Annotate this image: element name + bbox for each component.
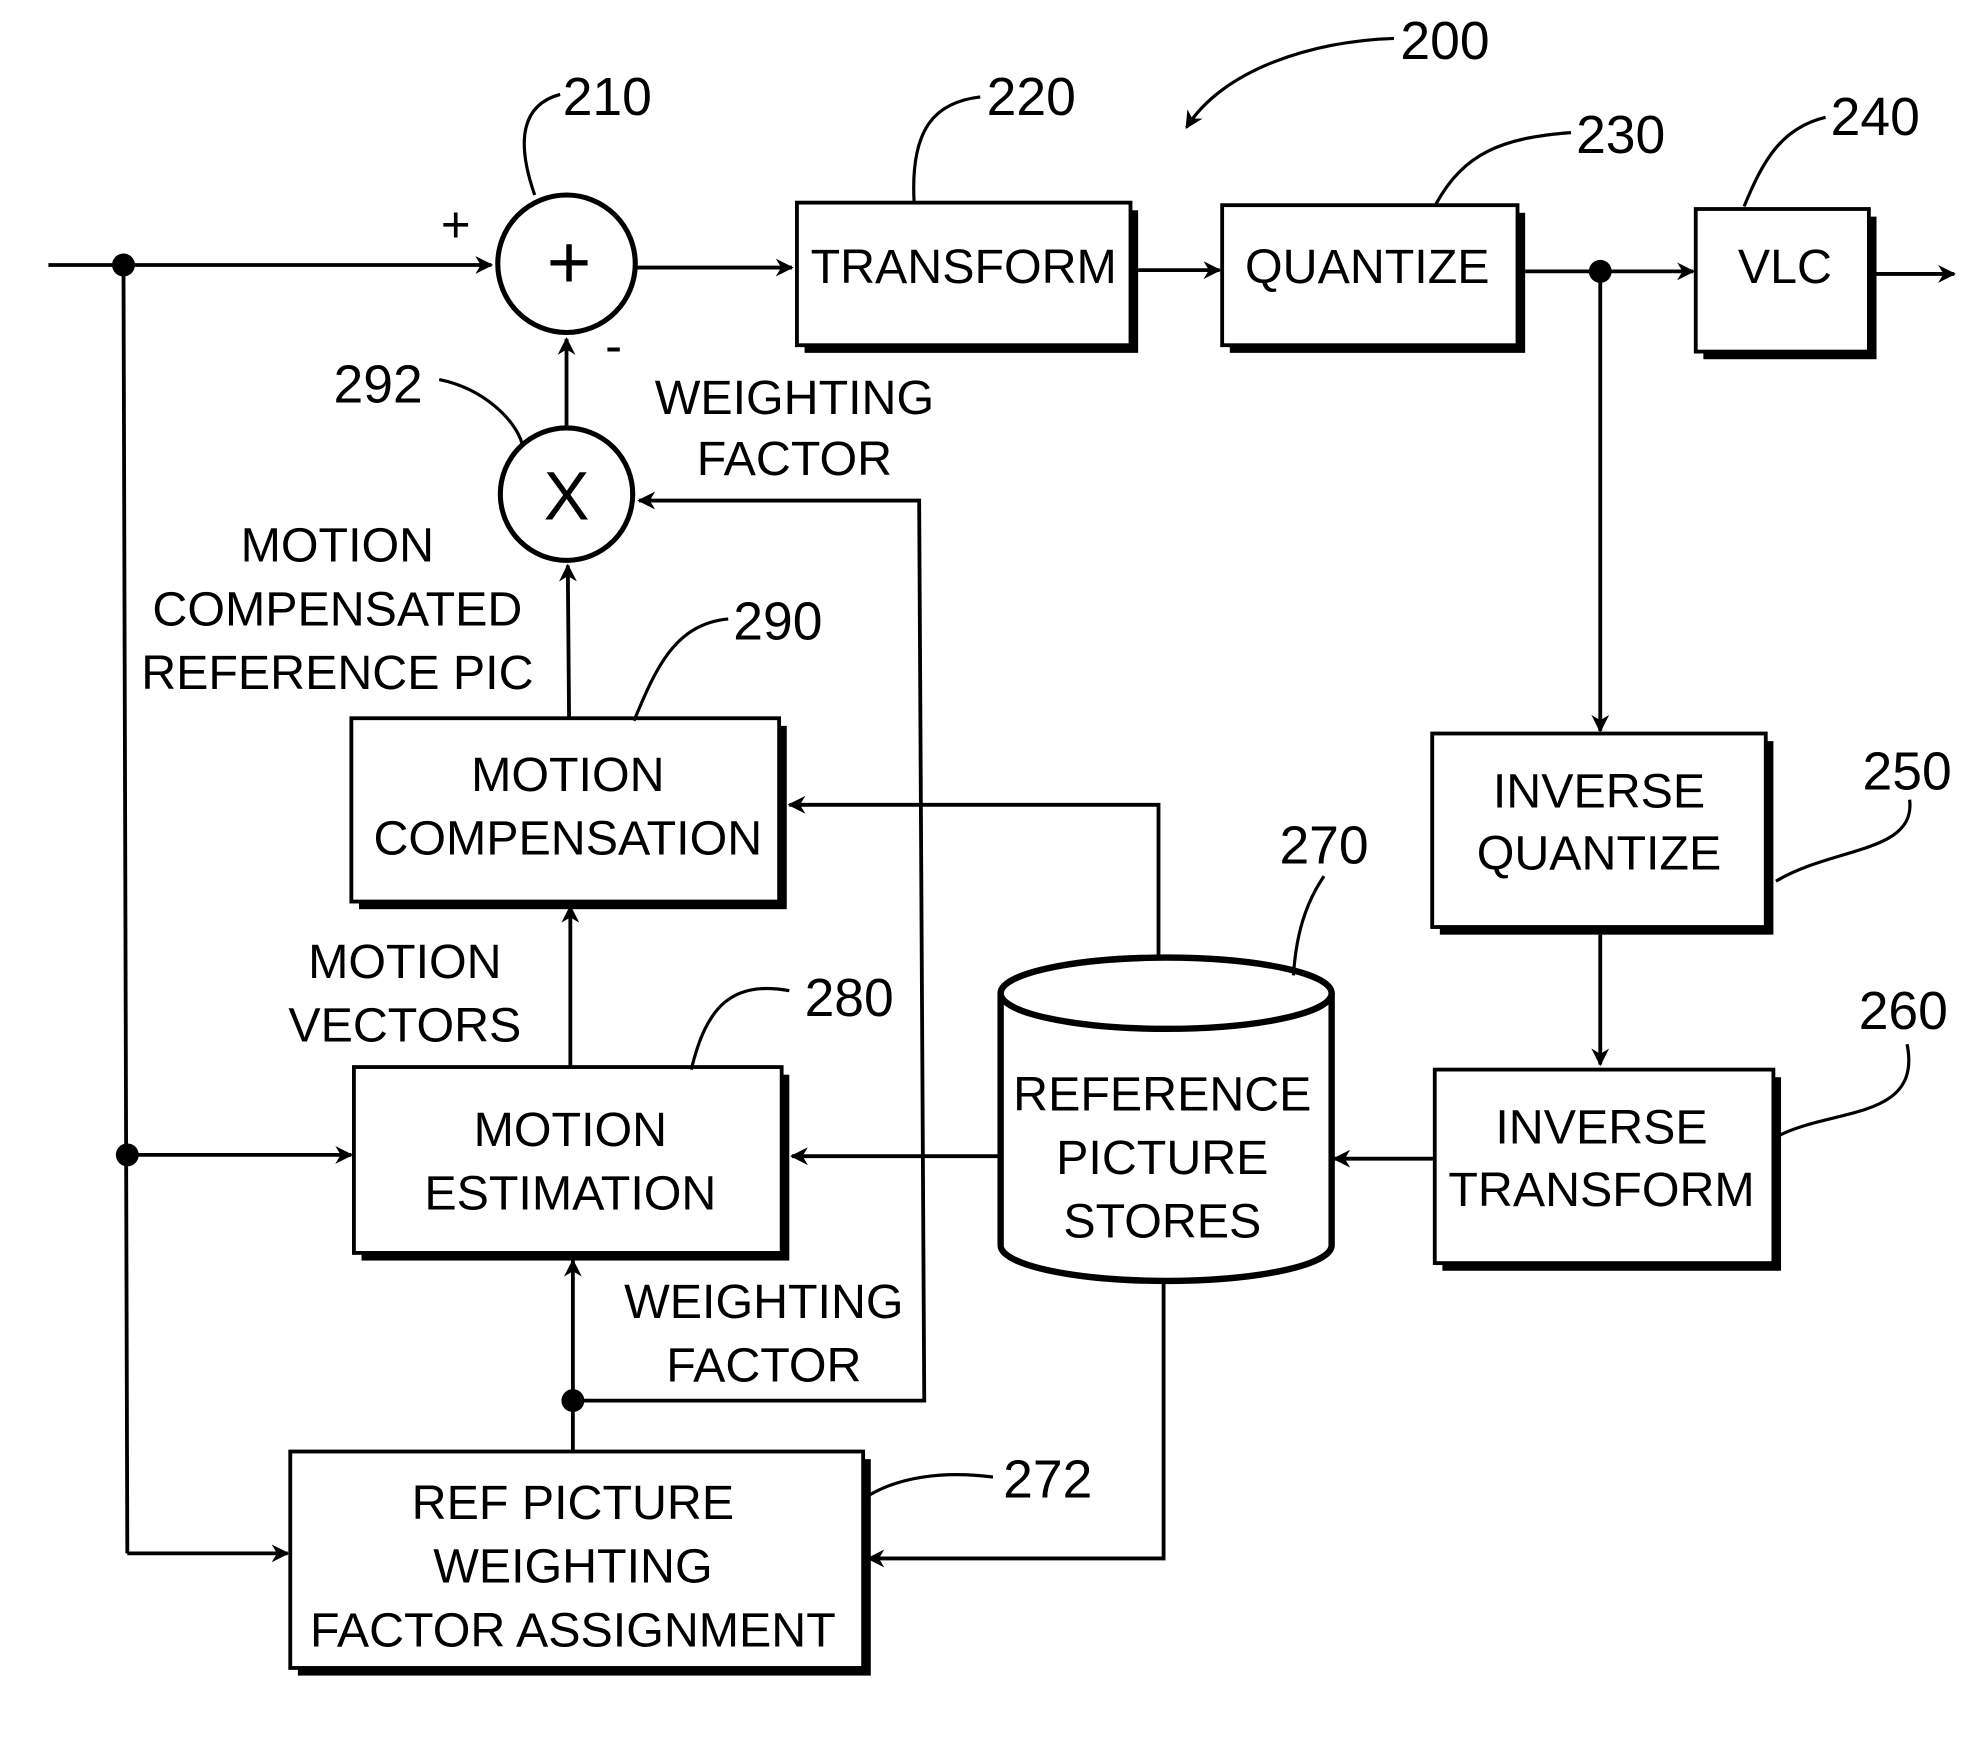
vlc-label: VLC [1738, 240, 1832, 294]
ref-weighting-label-line3: FACTOR ASSIGNMENT [310, 1603, 836, 1657]
stores-label-line3: STORES [1063, 1195, 1261, 1249]
transform-block-220: TRANSFORM 220 [795, 68, 1139, 353]
figure-pointer-arrow [1185, 36, 1395, 130]
motion-compensation-label-line2: COMPENSATION [373, 811, 762, 865]
stores-label-line2: PICTURE [1056, 1131, 1268, 1185]
plus-icon: + [547, 220, 592, 305]
weighting-factor-label-top-line1: WEIGHTING [655, 371, 934, 425]
motion-estimation-label-line1: MOTION [474, 1103, 667, 1157]
input-branch-line [121, 265, 130, 1554]
ref-number-280: 280 [805, 969, 894, 1028]
leader-line [864, 1473, 994, 1499]
adder-210: + + - 210 [441, 68, 652, 374]
plus-sign-label: + [441, 196, 471, 253]
leader-line [912, 95, 981, 202]
motion-estimation-label-line2: ESTIMATION [424, 1167, 716, 1221]
weighting-factor-label-bottom-line1: WEIGHTING [624, 1275, 903, 1329]
weighting-factor-label-bottom-line2: FACTOR [666, 1339, 861, 1393]
reference-picture-stores-270: REFERENCE PICTURE STORES 270 [997, 816, 1369, 1285]
stores-label-line1: REFERENCE [1013, 1067, 1311, 1121]
leader-line [1291, 875, 1326, 976]
inverse-transform-block-260: INVERSE TRANSFORM 260 [1432, 982, 1948, 1271]
ref-number-270: 270 [1279, 816, 1368, 875]
leader-line [632, 617, 729, 722]
figure-number: 200 [1400, 12, 1489, 71]
inverse-quantize-block-250: INVERSE QUANTIZE 250 [1430, 731, 1952, 935]
cylinder-top [997, 954, 1335, 1033]
ref-weighting-label-line2: WEIGHTING [433, 1540, 712, 1594]
inverse-transform-label-line2: TRANSFORM [1448, 1163, 1754, 1217]
transform-label: TRANSFORM [811, 240, 1117, 294]
motion-compensation-box [349, 716, 782, 904]
motion-vectors-label-line2: VECTORS [288, 999, 521, 1053]
leader-line [1775, 799, 1912, 883]
motion-compensated-label-line2: COMPENSATED [152, 582, 522, 636]
ref-number-272: 272 [1003, 1450, 1092, 1509]
motion-compensated-label-line3: REFERENCE PIC [141, 646, 533, 700]
quantize-label: QUANTIZE [1245, 240, 1490, 294]
motion-compensated-label-line1: MOTION [241, 519, 434, 573]
stores-to-motion-compensation [787, 795, 1161, 958]
weighting-factor-label-top-line2: FACTOR [697, 432, 892, 486]
leader-line [522, 92, 561, 196]
motion-estimation-box [352, 1065, 784, 1255]
ref-number-220: 220 [987, 68, 1076, 127]
inverse-transform-label-line1: INVERSE [1495, 1100, 1707, 1154]
junction-dot [561, 1389, 585, 1413]
leader-line [689, 986, 790, 1070]
minus-sign-label: - [605, 317, 622, 374]
ref-number-240: 240 [1831, 88, 1920, 147]
ref-number-292: 292 [334, 356, 423, 415]
figure-reference-200: 200 [1185, 12, 1490, 130]
multiply-icon: X [544, 458, 590, 535]
leader-line [1777, 1043, 1911, 1138]
ref-number-210: 210 [563, 68, 652, 127]
motion-compensation-to-multiplier [559, 563, 577, 717]
inverse-quantize-label-line2: QUANTIZE [1477, 827, 1721, 881]
leader-line [1742, 115, 1826, 208]
motion-compensation-label-line1: MOTION [471, 748, 664, 802]
leader-line [1434, 131, 1572, 205]
ref-number-230: 230 [1576, 106, 1665, 165]
vlc-block-240: VLC 240 [1693, 88, 1920, 360]
motion-compensation-block-290: MOTION COMPENSATION 290 [349, 592, 822, 910]
encoder-block-diagram: 200 + + - 210 TRANSFORM 220 QUANTIZE 230 [48, 12, 1956, 1676]
ref-weighting-label-line1: REF PICTURE [412, 1476, 734, 1530]
ref-picture-weighting-block-272: REF PICTURE WEIGHTING FACTOR ASSIGNMENT … [288, 1449, 1092, 1676]
ref-number-290: 290 [733, 592, 822, 651]
ref-number-250: 250 [1863, 743, 1952, 802]
motion-vectors-label-line1: MOTION [308, 935, 501, 989]
leader-line [438, 378, 524, 444]
ref-number-260: 260 [1859, 982, 1948, 1041]
stores-to-ref-weighting [866, 1283, 1166, 1568]
inverse-quantize-label-line1: INVERSE [1493, 764, 1705, 818]
